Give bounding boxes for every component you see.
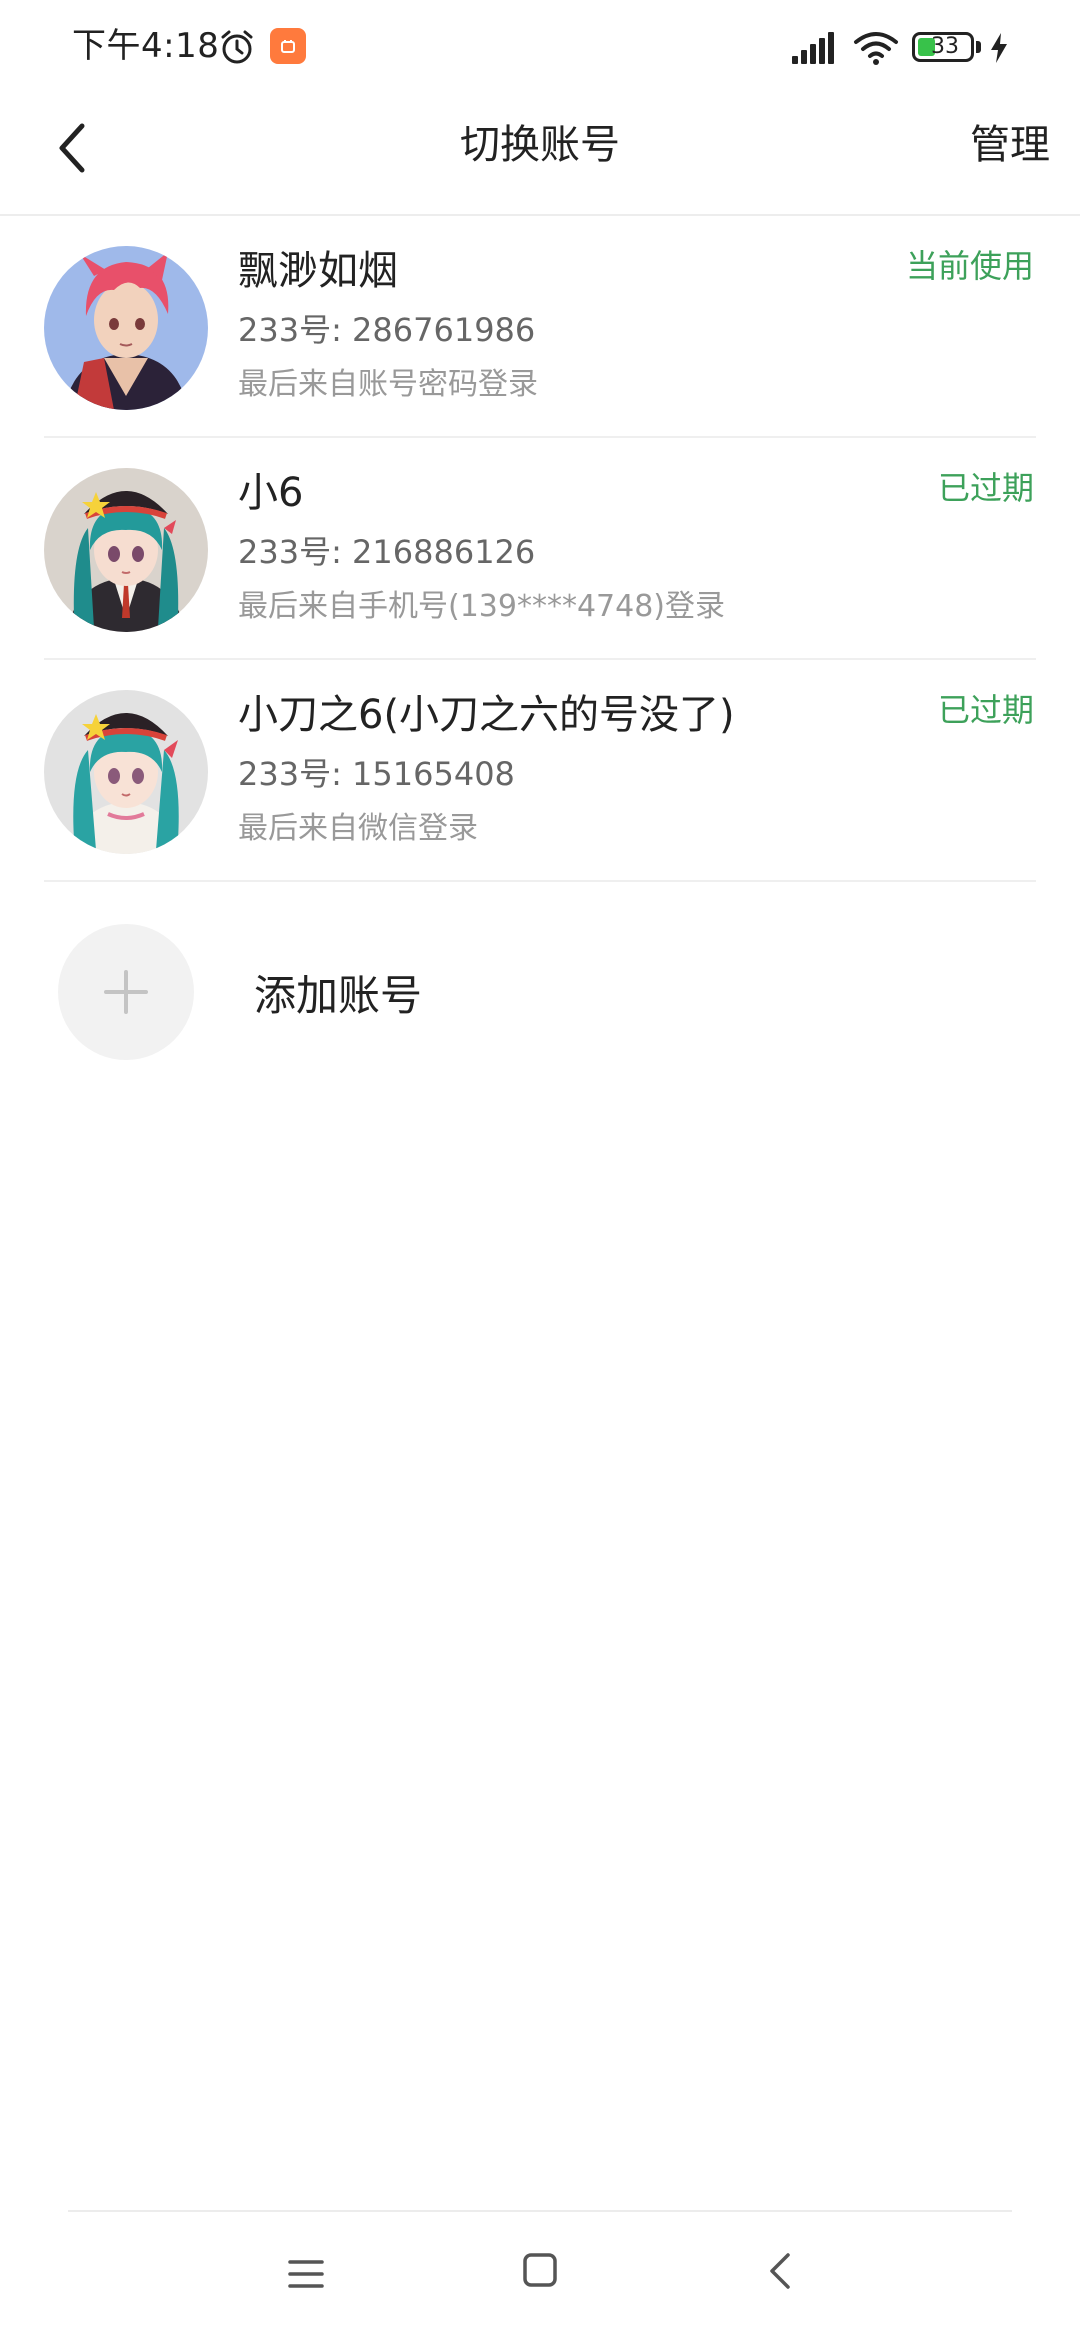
manage-button[interactable]: 管理 <box>970 120 1050 170</box>
account-item[interactable]: 小刀之6(小刀之六的号没了) 233号: 15165408 最后来自微信登录 已… <box>0 660 1080 882</box>
battery-tip <box>976 41 981 53</box>
add-account-label: 添加账号 <box>254 971 423 1020</box>
teal-haired-character-avatar <box>44 690 208 854</box>
account-name: 小6 <box>238 470 304 516</box>
signal-icon <box>792 32 834 64</box>
account-id: 233号: 216886126 <box>238 533 536 571</box>
account-id: 233号: 286761986 <box>238 311 536 349</box>
account-item[interactable]: 小6 233号: 216886126 最后来自手机号(139****4748)登… <box>0 438 1080 660</box>
battery-level: 33 <box>931 34 959 59</box>
back-icon[interactable] <box>760 2250 800 2292</box>
avatar <box>44 468 208 632</box>
avatar <box>44 690 208 854</box>
charging-icon <box>991 33 1007 63</box>
alarm-icon <box>221 30 253 64</box>
account-name: 小刀之6(小刀之六的号没了) <box>238 692 735 738</box>
account-status-badge: 已过期 <box>937 691 1034 729</box>
account-login-source: 最后来自账号密码登录 <box>238 367 538 402</box>
account-list: 飘渺如烟 233号: 286761986 最后来自账号密码登录 当前使用 小6 … <box>0 216 1080 882</box>
wifi-icon <box>854 32 898 65</box>
account-id: 233号: 15165408 <box>238 755 515 793</box>
menu-icon[interactable] <box>282 2254 330 2294</box>
account-item[interactable]: 飘渺如烟 233号: 286761986 最后来自账号密码登录 当前使用 <box>0 216 1080 438</box>
teal-haired-character-avatar <box>44 468 208 632</box>
status-time: 下午4:18 <box>72 26 220 66</box>
status-bar: 下午4:18 33 <box>0 0 1080 96</box>
app-notification-icon <box>270 28 306 64</box>
add-account-circle <box>58 924 194 1060</box>
nav-divider <box>68 2210 1012 2212</box>
battery-icon: 33 <box>912 32 974 62</box>
avatar <box>44 246 208 410</box>
account-name: 飘渺如烟 <box>238 248 398 294</box>
switch-account-screen: 下午4:18 33 切换账号 管理 飘渺如烟 233号: 286761986 最… <box>0 0 1080 2340</box>
account-login-source: 最后来自手机号(139****4748)登录 <box>238 589 726 624</box>
red-haired-character-avatar <box>44 246 208 410</box>
account-status-badge: 当前使用 <box>905 247 1034 285</box>
header: 切换账号 管理 <box>0 96 1080 216</box>
home-icon[interactable] <box>520 2250 560 2290</box>
account-login-source: 最后来自微信登录 <box>238 811 478 846</box>
page-title: 切换账号 <box>460 122 620 168</box>
account-status-badge: 已过期 <box>937 469 1034 507</box>
plus-icon <box>104 970 148 1014</box>
add-account-button[interactable]: 添加账号 <box>0 882 1080 1062</box>
